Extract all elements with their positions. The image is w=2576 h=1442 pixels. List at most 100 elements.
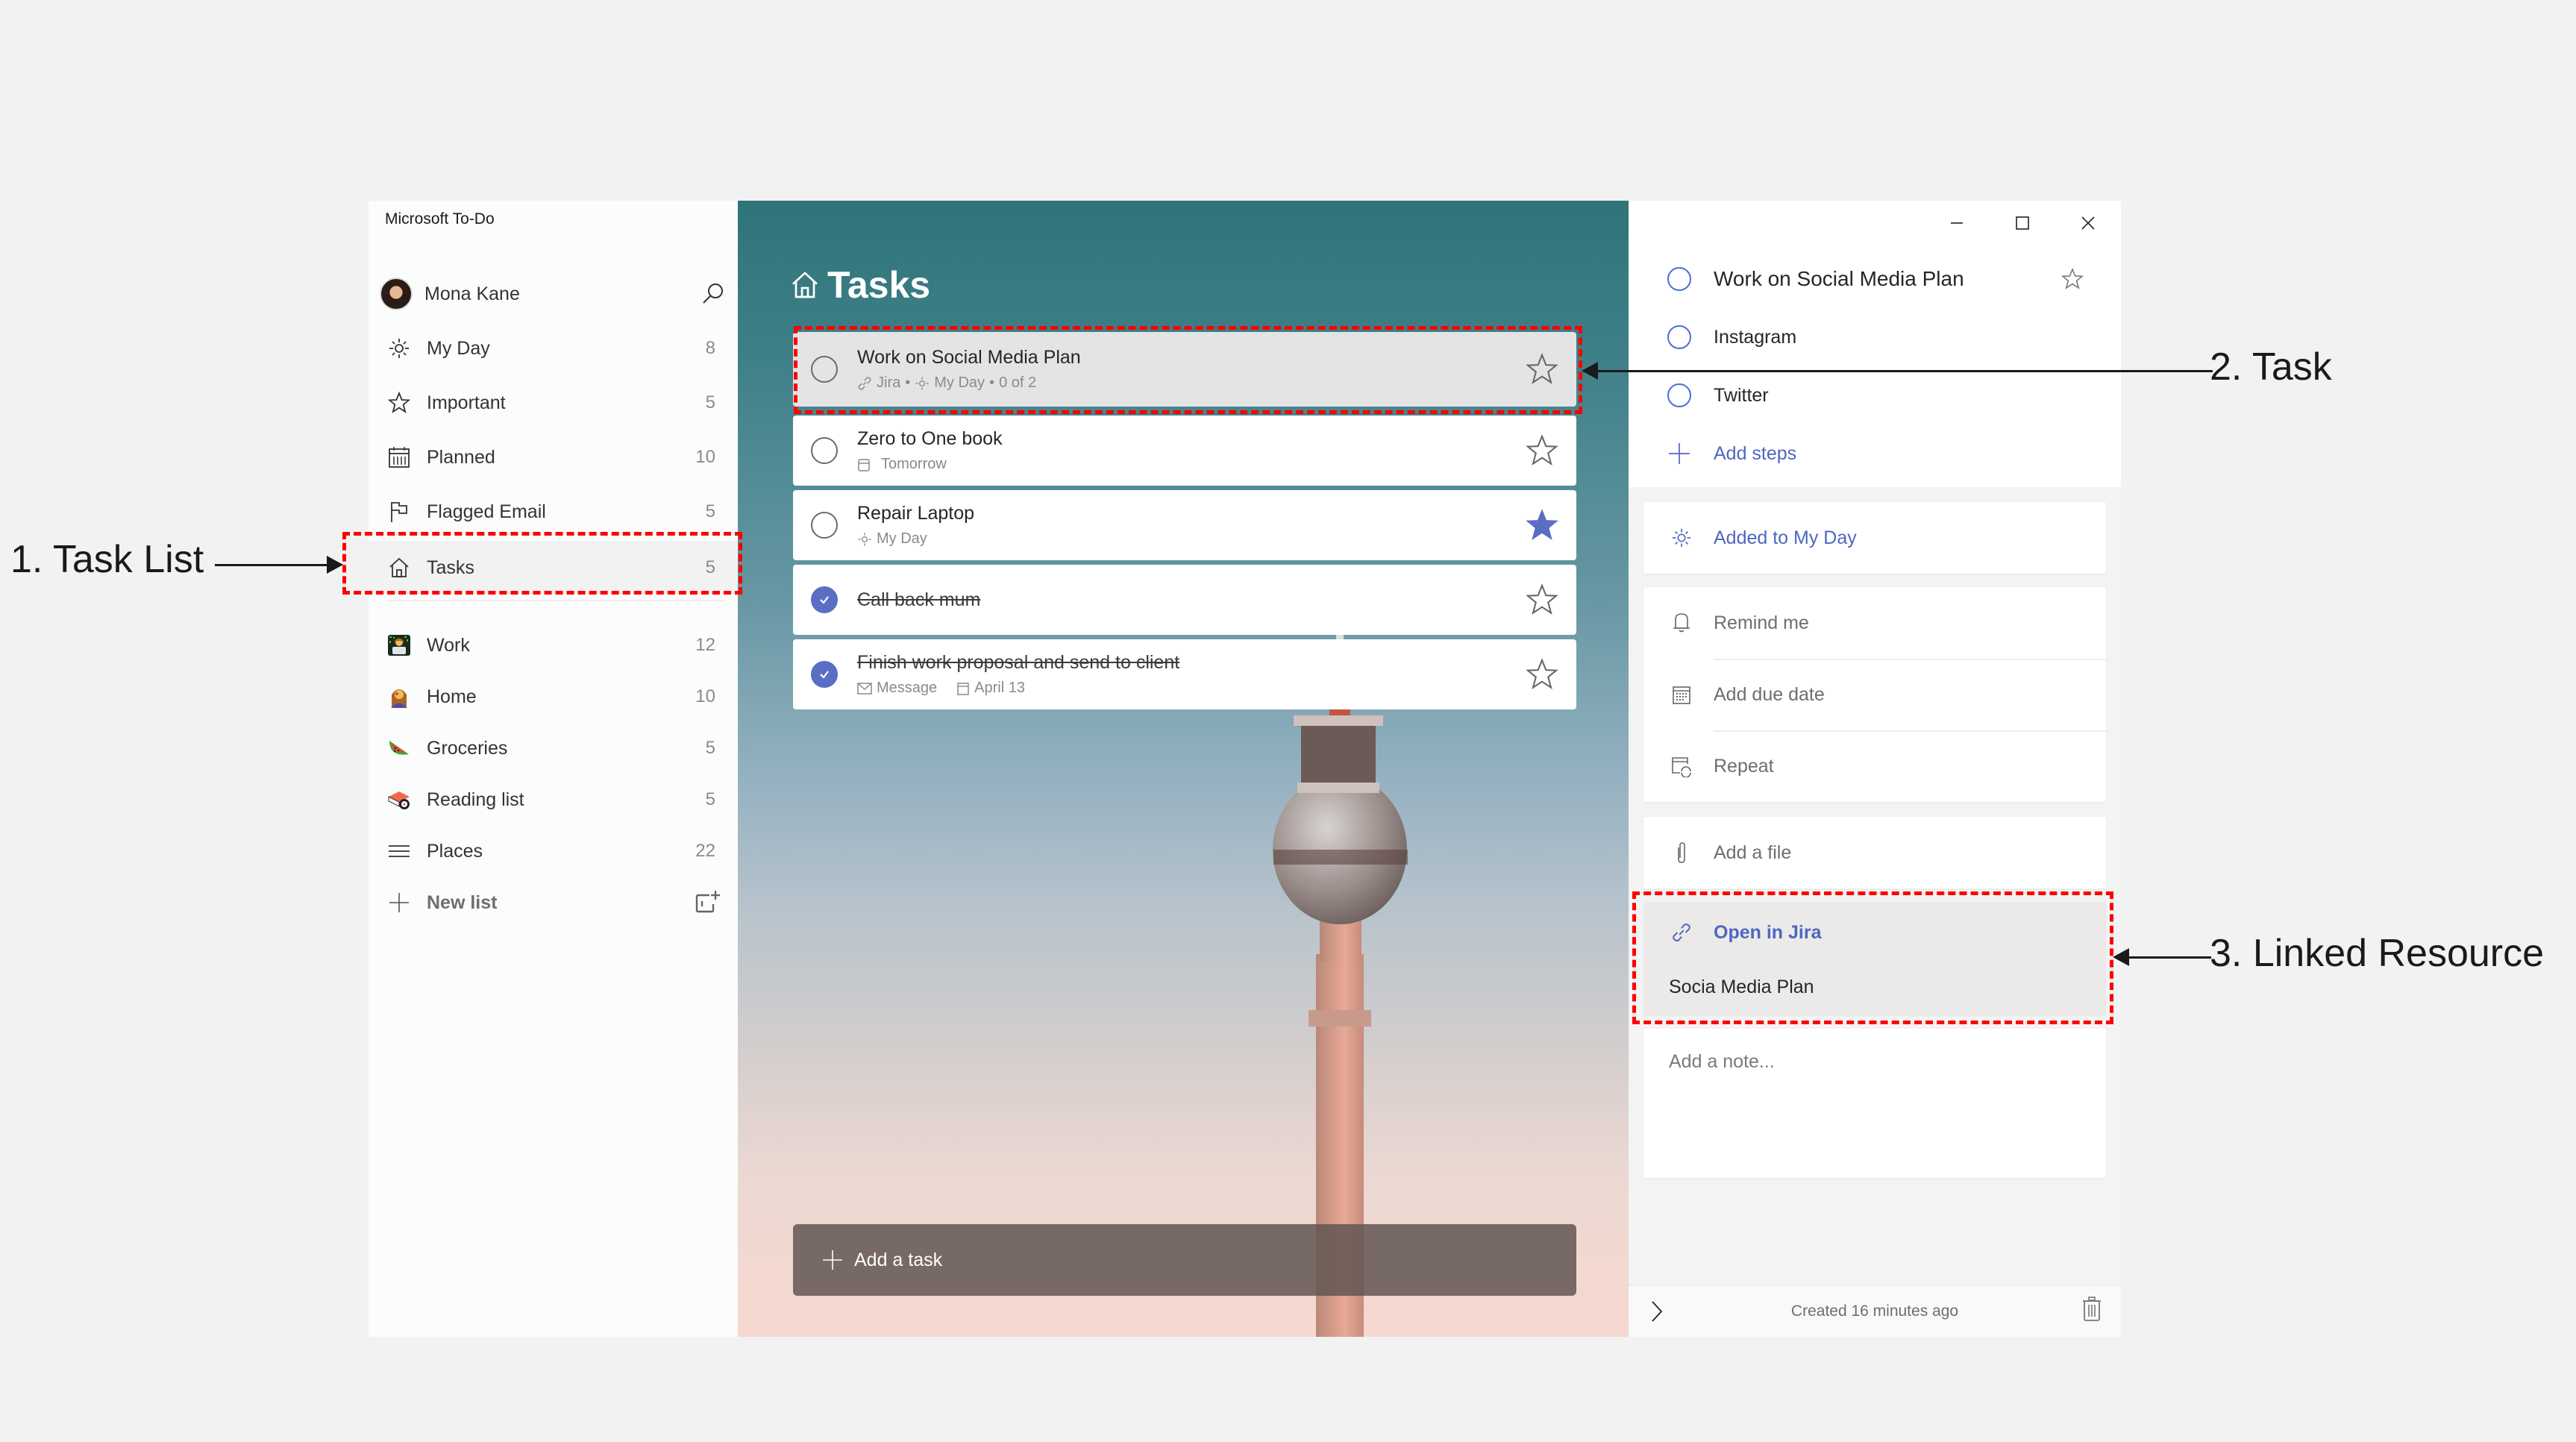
home-icon <box>792 272 818 298</box>
task-item[interactable]: Repair Laptop My Day <box>793 490 1576 560</box>
plus-icon <box>386 890 412 915</box>
task-complete-checkbox[interactable] <box>811 512 838 539</box>
close-icon <box>2081 216 2095 230</box>
add-due-date-button[interactable]: Add due date <box>1643 659 2106 730</box>
star-icon <box>386 390 412 416</box>
maximize-button[interactable] <box>1990 201 2055 245</box>
sidebar: Microsoft To-Do Mona Kane My Day 8 Impor… <box>369 201 738 1337</box>
app-title: Microsoft To-Do <box>385 210 495 228</box>
annotation-arrowhead <box>2113 948 2129 966</box>
close-button[interactable] <box>2055 201 2121 245</box>
star-icon[interactable] <box>1526 434 1558 467</box>
sun-icon <box>858 532 871 546</box>
sidebar-item-label: Reading list <box>427 789 524 810</box>
new-list-label: New list <box>427 891 498 913</box>
checkmark-icon <box>820 671 829 679</box>
task-title: Repair Laptop <box>857 503 975 524</box>
sidebar-item-count: 5 <box>705 392 715 413</box>
sidebar-item-count: 10 <box>695 447 715 467</box>
annotation-arrow-line <box>1596 370 2213 372</box>
bell-icon <box>1669 610 1694 636</box>
annotation-box-task <box>794 326 1582 414</box>
new-list-button[interactable]: New list <box>369 876 738 930</box>
created-timestamp: Created 16 minutes ago <box>1790 1302 1959 1320</box>
sidebar-list-groceries[interactable]: Groceries 5 <box>369 721 738 775</box>
woman-emoji-icon <box>386 684 412 709</box>
sidebar-item-label: Places <box>427 840 483 862</box>
my-day-label: Added to My Day <box>1714 527 1857 548</box>
note-placeholder: Add a note... <box>1669 1051 1775 1072</box>
sidebar-item-count: 10 <box>695 686 715 706</box>
step-label: Twitter <box>1714 384 1769 406</box>
task-my-day: My Day <box>877 530 927 547</box>
star-icon[interactable] <box>1526 658 1558 691</box>
list-header: Tasks <box>790 263 930 307</box>
step-item[interactable]: Twitter <box>1629 369 2121 421</box>
sidebar-list-reading[interactable]: Reading list 5 <box>369 773 738 827</box>
annotation-label-linked-resource: 3. Linked Resource <box>2210 932 2545 975</box>
step-item[interactable]: Instagram <box>1629 311 2121 363</box>
annotation-arrow-line <box>215 564 327 566</box>
detail-task-title[interactable]: Work on Social Media Plan <box>1714 267 1964 291</box>
annotation-label-task: 2. Task <box>2210 345 2332 389</box>
annotation-arrow-line <box>2128 956 2211 959</box>
task-complete-checkbox[interactable] <box>811 586 838 613</box>
step-label: Instagram <box>1714 326 1797 348</box>
task-item[interactable]: Finish work proposal and send to client … <box>793 639 1576 709</box>
calendar-icon <box>858 458 870 471</box>
search-icon[interactable] <box>701 281 726 307</box>
detail-header: Work on Social Media Plan Instagram Twit… <box>1629 201 2121 487</box>
minimize-button[interactable] <box>1924 201 1990 245</box>
task-meta: My Day <box>857 530 974 548</box>
repeat-button[interactable]: Repeat <box>1643 730 2106 802</box>
file-card: Add a file <box>1643 817 2106 888</box>
annotation-box-task-list <box>342 532 742 595</box>
plus-icon <box>823 1250 842 1270</box>
task-item[interactable]: Zero to One book Tomorrow <box>793 416 1576 486</box>
star-icon[interactable] <box>1526 583 1558 616</box>
add-steps-button[interactable]: Add steps <box>1629 427 2121 480</box>
sidebar-item-label: Important <box>427 392 506 413</box>
sidebar-item-count: 5 <box>705 501 715 521</box>
sidebar-item-my-day[interactable]: My Day 8 <box>369 322 738 375</box>
sidebar-list-home[interactable]: Home 10 <box>369 670 738 724</box>
sidebar-list-work[interactable]: Work 12 <box>369 618 738 672</box>
step-checkbox[interactable] <box>1667 325 1691 349</box>
minimize-icon <box>1951 222 1963 224</box>
sidebar-item-flagged-email[interactable]: Flagged Email 5 <box>369 485 738 539</box>
task-item[interactable]: Call back mum <box>793 565 1576 635</box>
added-to-my-day-button[interactable]: Added to My Day <box>1643 502 2106 574</box>
task-complete-checkbox[interactable] <box>811 437 838 464</box>
task-complete-checkbox[interactable] <box>811 661 838 688</box>
trash-icon[interactable] <box>2082 1297 2102 1322</box>
add-task-label: Add a task <box>854 1249 943 1270</box>
sidebar-item-label: Planned <box>427 446 495 468</box>
sidebar-item-important[interactable]: Important 5 <box>369 376 738 430</box>
list-title: Tasks <box>827 264 931 306</box>
schedule-card: Remind me Add due date Repeat <box>1643 587 2106 802</box>
task-meta: Tomorrow <box>857 456 1003 473</box>
detail-complete-checkbox[interactable] <box>1667 267 1691 291</box>
star-icon[interactable] <box>2061 268 2084 290</box>
step-checkbox[interactable] <box>1667 383 1691 407</box>
annotation-box-linked-resource <box>1632 891 2113 1024</box>
lines-icon <box>386 838 412 864</box>
chevron-right-icon[interactable] <box>1649 1300 1664 1323</box>
task-title: Zero to One book <box>857 428 1003 449</box>
sidebar-item-planned[interactable]: Planned 10 <box>369 430 738 484</box>
user-profile[interactable]: Mona Kane <box>369 266 738 322</box>
checkmark-icon <box>820 596 829 604</box>
calendar-icon <box>386 445 412 470</box>
repeat-icon <box>1669 753 1694 779</box>
add-file-button[interactable]: Add a file <box>1643 817 2106 888</box>
paperclip-icon <box>1669 840 1694 865</box>
new-group-icon[interactable] <box>695 889 721 916</box>
star-filled-icon[interactable] <box>1526 509 1558 542</box>
add-task-input[interactable]: Add a task <box>793 1224 1576 1296</box>
avatar <box>380 278 413 310</box>
my-day-card: Added to My Day <box>1643 502 2106 574</box>
remind-me-button[interactable]: Remind me <box>1643 587 2106 659</box>
note-field[interactable]: Add a note... <box>1643 1029 2106 1178</box>
sidebar-list-places[interactable]: Places 22 <box>369 824 738 878</box>
add-due-date-label: Add due date <box>1714 683 1825 705</box>
